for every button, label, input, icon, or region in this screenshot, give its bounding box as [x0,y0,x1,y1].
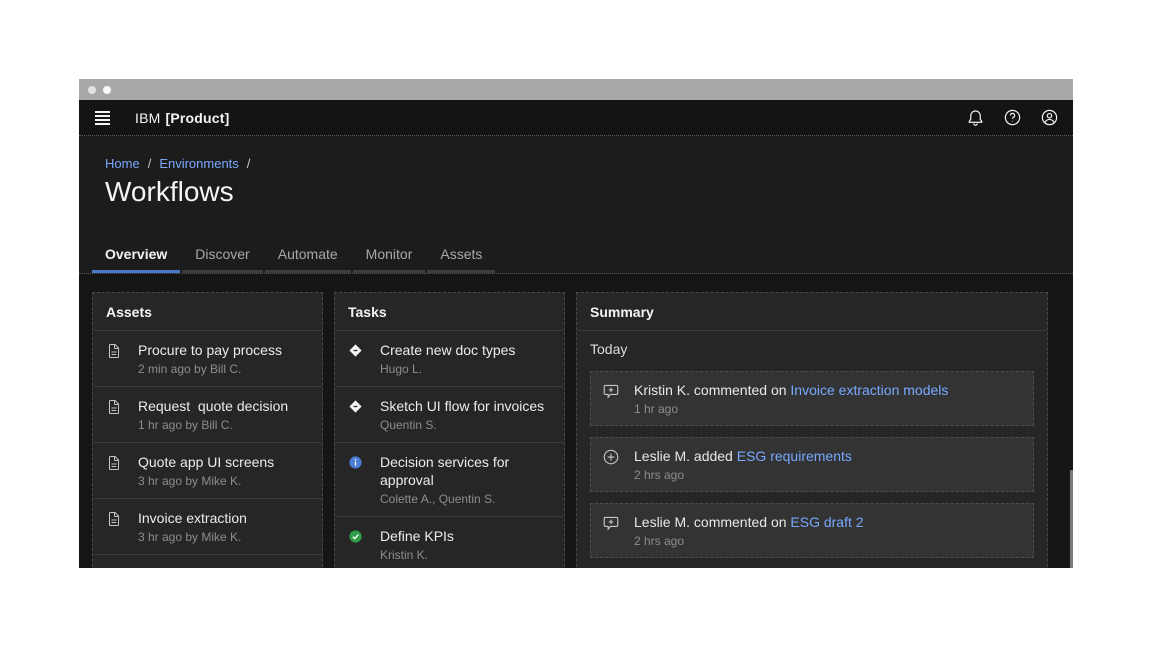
asset-list-item[interactable]: Invoice extraction 3 hr ago by Mike K. [93,498,322,554]
header-actions [965,108,1059,128]
window-titlebar [79,79,1073,100]
breadcrumb-separator: / [247,156,251,171]
product-name: [Product] [166,110,230,126]
activity-item[interactable]: Kristin K. commented on Invoice extracti… [590,371,1034,426]
brand-name: IBM [135,110,161,126]
activity-link[interactable]: Invoice extraction models [790,382,948,398]
activity-text: Leslie M. added [634,448,737,464]
document-icon [106,453,130,489]
tab-bar: Overview Discover Automate Monitor Asset… [92,240,1073,273]
breadcrumb-separator: / [148,156,152,171]
app-header: IBM [Product] [79,100,1073,136]
content-area: Assets Procure to pay process 2 min ago … [79,274,1073,568]
activity-text: Kristin K. commented on [634,382,790,398]
assets-card-title: Assets [93,293,322,331]
activity-link[interactable]: ESG draft 2 [790,514,863,530]
asset-title: Quote app UI screens [138,453,274,471]
asset-meta: 1 hr ago by Bill C. [138,417,288,433]
asset-title: Request quote decision [138,397,288,415]
asset-list-item[interactable]: Procure to pay process 2 min ago by Bill… [93,331,322,386]
comment-icon [602,513,622,548]
tasks-card: Tasks Create new doc types Hugo L. Sketc… [334,292,565,568]
asset-title: Invoice validation [138,565,245,568]
asset-title: Invoice extraction [138,509,247,527]
incomplete-diamond-icon [348,341,372,377]
task-assignee: Kristin K. [380,547,454,563]
window-control-icon[interactable] [88,86,96,94]
task-title: Sketch UI flow for invoices [380,397,544,415]
tab-assets[interactable]: Assets [427,240,495,273]
tab-monitor[interactable]: Monitor [353,240,426,273]
window-control-icon[interactable] [103,86,111,94]
add-circle-icon [602,447,622,482]
activity-text: Leslie M. commented on [634,514,790,530]
task-title: Decision services for approval [380,453,551,489]
document-icon [106,565,130,568]
asset-list-item[interactable]: Quote app UI screens 3 hr ago by Mike K. [93,442,322,498]
tasks-card-title: Tasks [335,293,564,331]
asset-list-item[interactable]: Invoice validation [93,554,322,568]
task-assignee: Colette A., Quentin S. [380,491,551,507]
document-icon [106,341,130,377]
activity-item[interactable]: Leslie M. added ESG requirements 2 hrs a… [590,437,1034,492]
menu-icon[interactable] [92,111,112,125]
app-window: IBM [Product] [79,79,1073,568]
page-hero: Home / Environments / Workflows Overview… [79,136,1073,274]
asset-title: Procure to pay process [138,341,282,359]
page-title: Workflows [105,174,1073,210]
document-icon [106,397,130,433]
task-list-item[interactable]: Decision services for approval Colette A… [335,442,564,516]
breadcrumb: Home / Environments / [105,156,1073,171]
summary-group-label: Today [590,341,1034,357]
task-title: Create new doc types [380,341,515,359]
info-icon [348,453,372,507]
asset-list-item[interactable]: Request quote decision 1 hr ago by Bill … [93,386,322,442]
activity-time: 2 hrs ago [634,468,852,482]
tab-overview[interactable]: Overview [92,240,180,273]
task-list-item[interactable]: Define KPIs Kristin K. [335,516,564,568]
task-assignee: Quentin S. [380,417,544,433]
asset-meta: 2 min ago by Bill C. [138,361,282,377]
comment-icon [602,381,622,416]
document-icon [106,509,130,545]
checkmark-icon [348,527,372,563]
assets-card: Assets Procure to pay process 2 min ago … [92,292,323,568]
activity-item[interactable]: Leslie M. commented on ESG draft 2 2 hrs… [590,503,1034,558]
summary-card-title: Summary [577,293,1047,331]
activity-time: 1 hr ago [634,402,948,416]
vertical-scrollbar[interactable] [1070,470,1073,568]
tab-discover[interactable]: Discover [182,240,262,273]
notification-bell-icon[interactable] [965,108,985,128]
activity-link[interactable]: ESG requirements [737,448,852,464]
incomplete-diamond-icon [348,397,372,433]
breadcrumb-environments-link[interactable]: Environments [159,156,238,171]
help-icon[interactable] [1002,108,1022,128]
summary-card: Summary Today Kristin K. commented on In… [576,292,1048,568]
activity-time: 2 hrs ago [634,534,864,548]
breadcrumb-home-link[interactable]: Home [105,156,140,171]
user-avatar-icon[interactable] [1039,108,1059,128]
asset-meta: 3 hr ago by Mike K. [138,473,274,489]
task-list-item[interactable]: Sketch UI flow for invoices Quentin S. [335,386,564,442]
task-list-item[interactable]: Create new doc types Hugo L. [335,331,564,386]
asset-meta: 3 hr ago by Mike K. [138,529,247,545]
task-assignee: Hugo L. [380,361,515,377]
tab-automate[interactable]: Automate [265,240,351,273]
brand: IBM [Product] [135,110,230,126]
task-title: Define KPIs [380,527,454,545]
